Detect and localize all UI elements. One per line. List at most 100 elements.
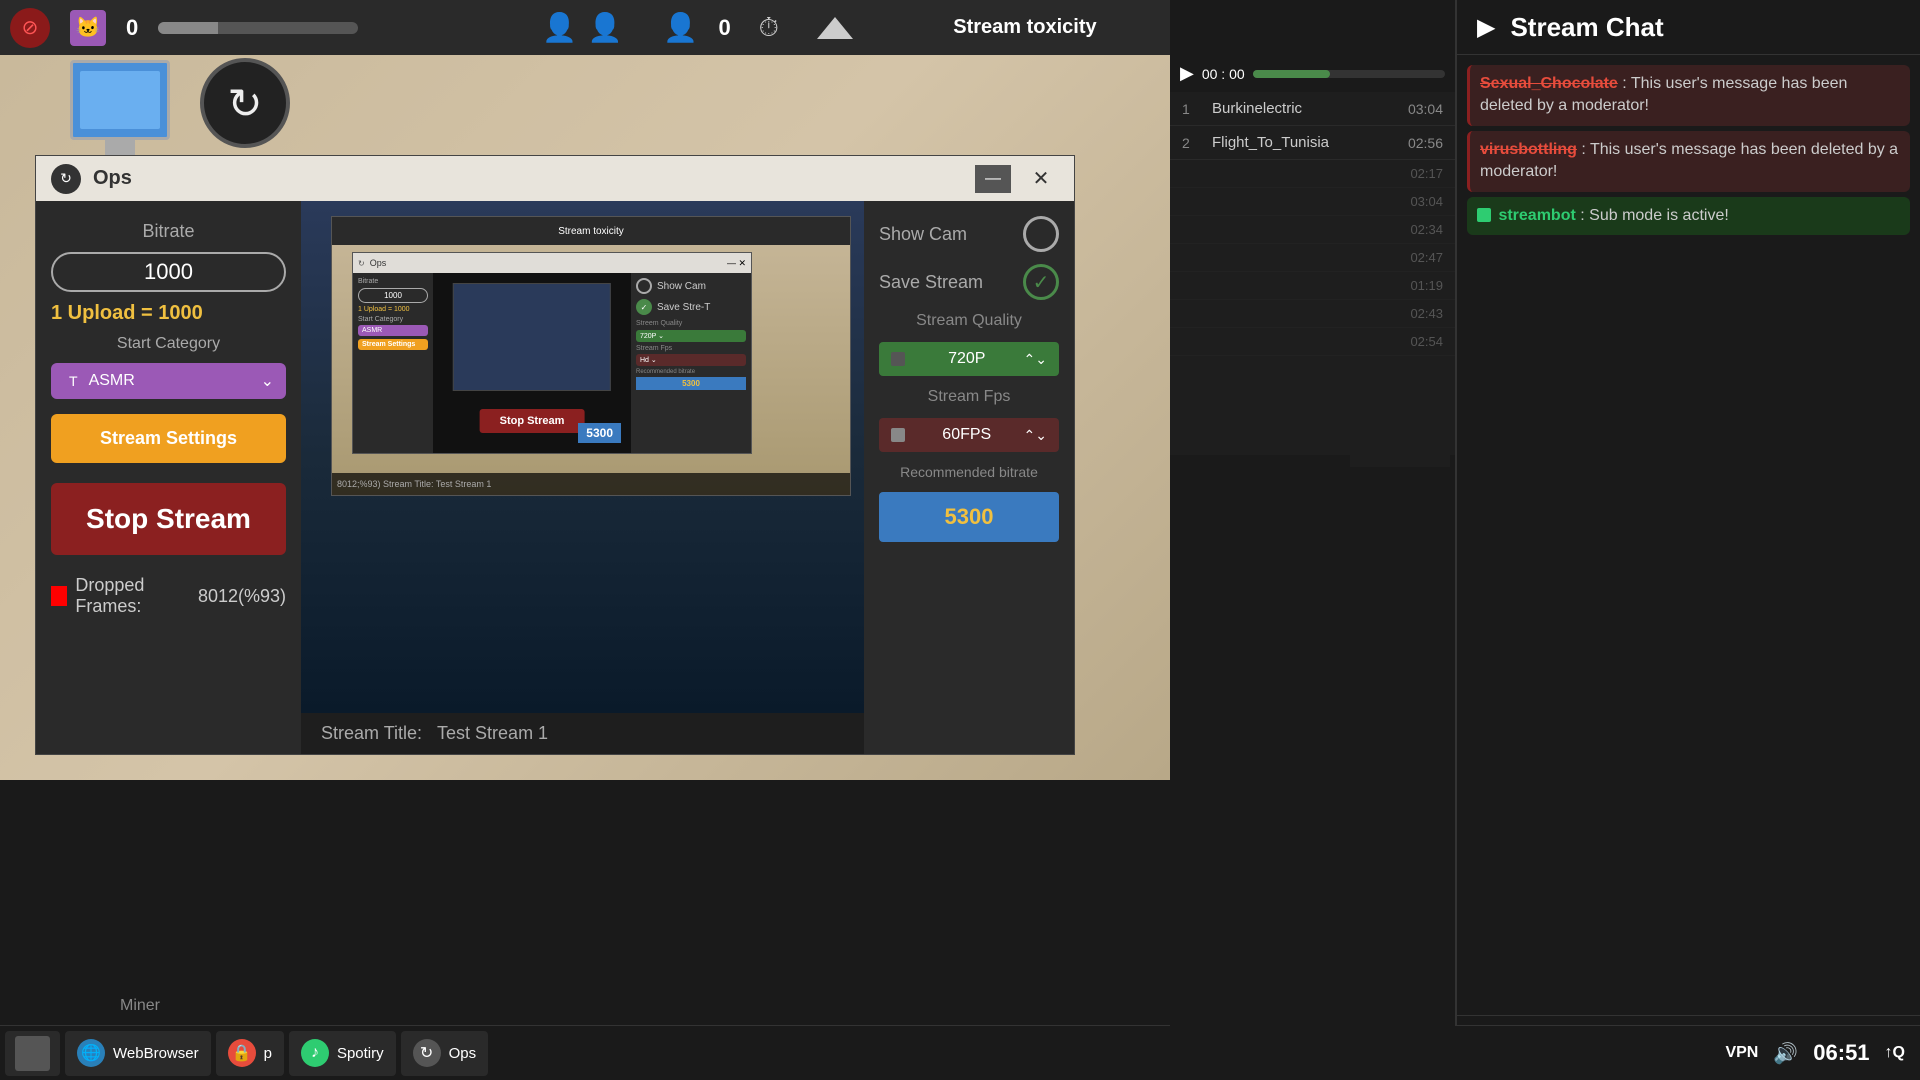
person-icon: 👤 [542, 10, 578, 46]
taskbar-app-spotiry[interactable]: ♪ Spotiry [289, 1031, 396, 1076]
left-panel: Bitrate 1 Upload = 1000 Start Category T… [36, 201, 301, 754]
playlist-time: 00 : 00 [1202, 66, 1245, 82]
stream-title-value: Test Stream 1 [437, 723, 548, 744]
playlist-item-4[interactable]: 03:04 [1170, 188, 1455, 216]
arrow-up-icon [817, 17, 853, 39]
chat-message-2: virusbottling : This user's message has … [1467, 131, 1910, 192]
quality-chevron: ⌃⌄ [1024, 351, 1047, 368]
viewer-icon: 👤 [663, 10, 699, 46]
stream-window: ↻ Ops — ✕ Bitrate 1 Upload = 1000 Start … [35, 155, 1075, 755]
save-stream-label: Save Stream [879, 272, 983, 293]
window-title: Ops [93, 167, 963, 190]
chat-username-2: virusbottling [1480, 141, 1577, 158]
playlist-item-1[interactable]: 1 Burkinelectric 03:04 [1170, 92, 1455, 126]
stop-stream-button[interactable]: Stop Stream [51, 483, 286, 555]
nested-preview: Stream toxicity ↻ Ops — ✕ Bitrat [331, 216, 851, 496]
dropped-frames-indicator [51, 586, 67, 606]
preview-video: Stream toxicity ↻ Ops — ✕ Bitrat [301, 201, 864, 713]
playlist-item-3[interactable]: 02:17 [1170, 160, 1455, 188]
playlist-item-2-time: 02:56 [1408, 135, 1443, 151]
window-logo: ↻ [51, 164, 81, 194]
spotiry-icon: ♪ [301, 1039, 329, 1067]
taskbar-app-webbrowser[interactable]: 🌐 WebBrowser [65, 1031, 211, 1076]
webbrowser-label: WebBrowser [113, 1045, 199, 1062]
playlist-item-2[interactable]: 2 Flight_To_Tunisia 02:56 [1170, 126, 1455, 160]
dropped-frames: Dropped Frames: 8012(%93) [51, 575, 286, 617]
p-icon: 🔒 [228, 1039, 256, 1067]
chat-username-1: Sexual_Chocolate [1480, 75, 1618, 92]
taskbar: 🌐 WebBrowser 🔒 p ♪ Spotiry ↻ Ops [0, 1025, 1170, 1080]
playlist-item-7[interactable]: 01:19 [1170, 272, 1455, 300]
playlist-item-2-name: Flight_To_Tunisia [1212, 134, 1398, 151]
ops-icon: ↻ [413, 1039, 441, 1067]
nested-stop-btn: Stop Stream [480, 409, 585, 433]
chat-play-icon: ▶ [1477, 13, 1495, 42]
volume-icon[interactable]: 🔊 [1773, 1041, 1798, 1066]
monitor-icon [70, 60, 170, 160]
playlist-controls: ▶ 00 : 00 [1170, 55, 1455, 92]
dropped-frames-value: 8012(%93) [198, 586, 286, 607]
chat-header: ▶ Stream Chat [1457, 0, 1920, 55]
save-stream-toggle[interactable]: ✓ [1023, 264, 1059, 300]
quality-section-label: Stream Quality [879, 312, 1059, 330]
chat-panel: ▶ Stream Chat Sexual_Chocolate : This us… [1455, 0, 1920, 1080]
chat-username-3: streambot [1498, 207, 1575, 224]
streambot-badge [1477, 208, 1491, 222]
chat-title: Stream Chat [1510, 12, 1663, 43]
playlist-item-9[interactable]: 02:54 [1170, 328, 1455, 356]
chat-message-1: Sexual_Chocolate : This user's message h… [1467, 65, 1910, 126]
nested-fps-value: 5300 [578, 423, 621, 443]
minimize-button[interactable]: — [975, 165, 1011, 193]
webbrowser-icon: 🌐 [77, 1039, 105, 1067]
fps-value: 60FPS [942, 426, 991, 444]
category-value: ASMR [89, 372, 135, 390]
p-label: p [264, 1045, 272, 1062]
taskbar-app-ops[interactable]: ↻ Ops [401, 1031, 489, 1076]
playlist-items: 1 Burkinelectric 03:04 2 Flight_To_Tunis… [1170, 92, 1455, 356]
taskbar-start[interactable] [5, 1031, 60, 1076]
toxicity-bar [158, 22, 358, 34]
clock-time: 06:51 [1813, 1040, 1869, 1066]
stream-window-titlebar: ↻ Ops — ✕ [36, 156, 1074, 201]
playlist-item-8[interactable]: 02:43 [1170, 300, 1455, 328]
playlist-progress-bar [1253, 70, 1445, 78]
playlist-item-5[interactable]: 02:34 [1170, 216, 1455, 244]
viewer-count: 0 [719, 15, 731, 41]
fps-select[interactable]: 60FPS ⌃⌄ [879, 418, 1059, 452]
chat-message-3: streambot : Sub mode is active! [1467, 197, 1910, 235]
nested-window: ↻ Ops — ✕ Bitrate 1000 1 Upload = 1000 S… [352, 252, 752, 454]
taskbar-right: VPN 🔊 06:51 ↑Q [1455, 1025, 1920, 1080]
miner-label: Miner [120, 997, 160, 1015]
quality-select[interactable]: 720P ⌃⌄ [879, 342, 1059, 376]
stream-toxicity-label: Stream toxicity [953, 16, 1096, 39]
cat-count: 0 [126, 15, 138, 41]
taskbar-app-p[interactable]: 🔒 p [216, 1031, 284, 1076]
stream-title-label: Stream Title: [321, 723, 422, 744]
spotiry-label: Spotiry [337, 1045, 384, 1062]
chat-text-3: : Sub mode is active! [1580, 207, 1729, 224]
top-bar: ⊘ 🐱 0 Stream toxicity 👤 👤 👤 0 ⏱ [0, 0, 1170, 55]
bitrate-input[interactable] [51, 252, 286, 292]
settings-panel: Show Cam Save Stream ✓ Stream Quality 72… [864, 201, 1074, 754]
show-cam-toggle[interactable] [1023, 216, 1059, 252]
fps-section-label: Stream Fps [879, 388, 1059, 406]
nested-topbar: Stream toxicity [332, 217, 850, 245]
category-select[interactable]: T ASMR ⌄ [51, 363, 286, 399]
upload-label: 1 Upload = 1000 [51, 302, 286, 325]
play-button[interactable]: ▶ [1180, 63, 1194, 84]
vpn-label: VPN [1725, 1044, 1758, 1062]
preview-area: Stream toxicity ↻ Ops — ✕ Bitrat [301, 201, 864, 754]
spiral-icon: ↻ [200, 58, 290, 148]
stream-settings-button[interactable]: Stream Settings [51, 414, 286, 463]
recommended-label: Recommended bitrate [879, 464, 1059, 480]
playlist-item-1-name: Burkinelectric [1212, 100, 1398, 117]
recommended-bitrate: 5300 [879, 492, 1059, 542]
playlist-item-1-time: 03:04 [1408, 101, 1443, 117]
category-label: Start Category [51, 335, 286, 353]
stream-window-content: Bitrate 1 Upload = 1000 Start Category T… [36, 201, 1074, 754]
close-button[interactable]: ✕ [1023, 165, 1059, 193]
playlist-item-6[interactable]: 02:47 [1170, 244, 1455, 272]
show-cam-row: Show Cam [879, 216, 1059, 252]
show-cam-label: Show Cam [879, 224, 967, 245]
timer-icon: ⏱ [751, 10, 787, 46]
